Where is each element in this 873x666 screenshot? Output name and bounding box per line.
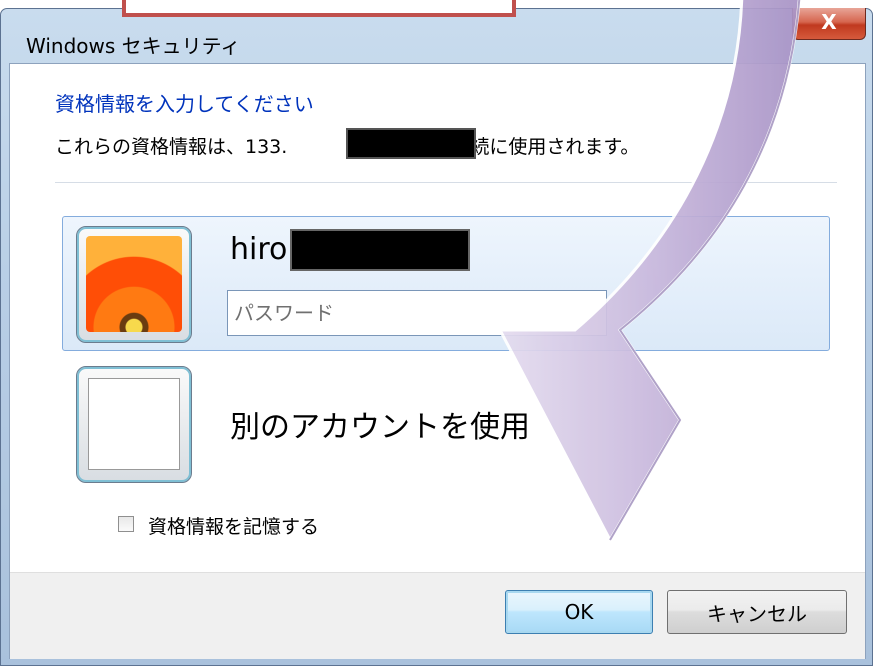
redacted-address (346, 128, 476, 159)
use-other-account-option[interactable]: 別のアカウントを使用 (230, 402, 530, 446)
ok-button[interactable]: OK (505, 590, 653, 634)
remember-checkbox[interactable] (118, 516, 134, 532)
cancel-button[interactable]: キャンセル (667, 590, 847, 634)
close-button[interactable]: X (792, 8, 866, 40)
close-icon: X (821, 10, 837, 34)
flower-avatar-icon (86, 236, 182, 332)
dialog-heading: 資格情報を入力してください (55, 92, 314, 116)
divider (55, 182, 837, 183)
username: hiro (230, 232, 288, 267)
title-bar: Windows セキュリティ (0, 8, 873, 63)
redacted-username (290, 229, 470, 271)
description-text: これらの資格情報は、133. (55, 136, 288, 158)
password-input[interactable] (227, 290, 607, 336)
remember-label: 資格情報を記憶する (148, 516, 320, 538)
window-title: Windows セキュリティ (26, 34, 241, 58)
blank-avatar-icon (88, 378, 180, 470)
